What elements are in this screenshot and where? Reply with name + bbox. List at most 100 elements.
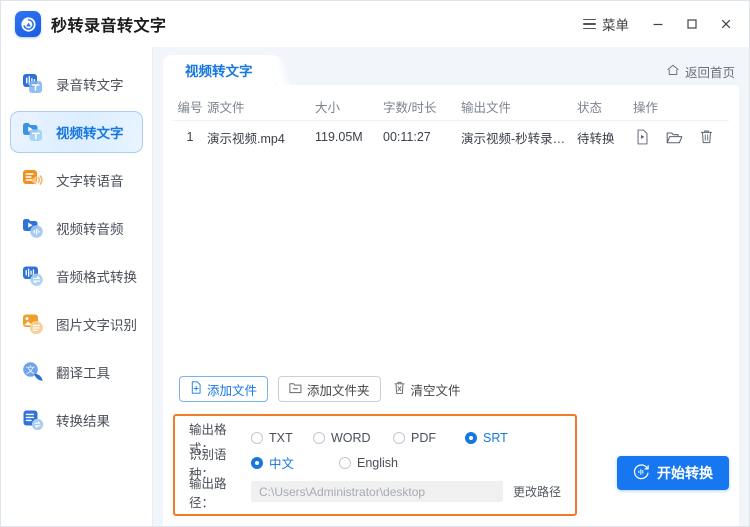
sidebar-item-audio-format-convert[interactable]: 音频格式转换 [10, 255, 143, 297]
format-option-label: SRT [483, 430, 508, 445]
tab-video-to-text[interactable]: 视频转文字 [163, 55, 275, 85]
cell-status: 待转换 [577, 131, 615, 146]
sidebar-item-video-to-text[interactable]: 视频转文字 [10, 111, 143, 153]
format-option-label: PDF [411, 430, 436, 445]
return-home-label: 返回首页 [684, 66, 735, 80]
start-conversion-button[interactable]: 开始转换 [617, 456, 729, 490]
tab-label: 视频转文字 [185, 64, 253, 79]
radio-dot [339, 456, 351, 469]
change-path-button[interactable]: 更改路径 [513, 483, 561, 500]
radio-dot [251, 456, 263, 469]
window-controls: 菜单 [573, 9, 741, 39]
video-to-text-icon [21, 120, 45, 144]
open-folder-icon[interactable] [665, 128, 683, 146]
content-panel: 编号 源文件 大小 字数/时长 输出文件 状态 操作 1 演示视频.mp4 11… [163, 85, 739, 526]
radio-dot [251, 431, 263, 444]
audio-format-icon [21, 264, 45, 288]
audio-to-text-icon [21, 72, 45, 96]
add-file-button[interactable]: 添加文件 [179, 376, 269, 402]
sidebar-item-label: 翻译工具 [56, 366, 110, 381]
language-row: 识别语种： 中文 English [189, 448, 561, 481]
maximize-button[interactable] [677, 9, 707, 39]
sidebar-item-label: 图片文字识别 [56, 318, 137, 333]
convert-icon [633, 463, 650, 483]
cell-size: 119.05M [315, 130, 363, 144]
output-path-row: 输出路径： C:\Users\Administrator\desktop 更改路… [189, 477, 561, 510]
radio-dot [465, 431, 477, 444]
app-logo-icon [15, 11, 41, 37]
column-header-status: 状态 [577, 101, 603, 115]
add-file-icon [190, 381, 202, 397]
main-content: 视频转文字 返回首页 编号 源文件 大小 字数/时长 输出文件 状态 操作 1 … [153, 47, 749, 526]
image-ocr-icon [21, 312, 45, 336]
column-header-no: 编号 [177, 101, 203, 115]
output-path-label: 输出路径： [189, 476, 227, 510]
add-file-label: 添加文件 [207, 383, 258, 398]
sidebar-item-label: 文字转语音 [56, 174, 124, 189]
radio-dot [313, 431, 325, 444]
close-button[interactable] [711, 9, 741, 39]
minimize-button[interactable] [643, 9, 673, 39]
format-option-srt[interactable]: SRT [465, 431, 508, 445]
sidebar-item-label: 视频转文字 [56, 126, 124, 141]
format-option-word[interactable]: WORD [313, 431, 393, 445]
translate-icon: 文 [21, 360, 45, 384]
tab-bar: 视频转文字 返回首页 [163, 55, 739, 85]
sidebar-item-results[interactable]: 转换结果 [10, 399, 143, 441]
format-option-pdf[interactable]: PDF [393, 431, 465, 445]
cell-output: 演示视频-秒转录音转文... [461, 131, 577, 146]
svg-text:文: 文 [26, 364, 35, 376]
delete-icon[interactable] [697, 128, 715, 146]
language-option-label: English [357, 455, 398, 470]
sidebar-item-label: 视频转音频 [56, 222, 124, 237]
video-to-audio-icon [21, 216, 45, 240]
column-header-size: 大小 [315, 101, 341, 115]
sidebar-item-video-to-audio[interactable]: 视频转音频 [10, 207, 143, 249]
radio-dot [393, 431, 405, 444]
sidebar: 录音转文字 视频转文字 文字转语音 视频转音频 音频格式转换 图片文字识别 文 … [1, 47, 153, 526]
format-option-txt[interactable]: TXT [251, 431, 313, 445]
format-option-label: WORD [331, 430, 371, 445]
clear-files-label: 清空文件 [410, 383, 461, 398]
add-folder-label: 添加文件夹 [307, 383, 370, 398]
menu-button[interactable]: 菜单 [573, 9, 639, 39]
start-conversion-label: 开始转换 [657, 465, 713, 481]
cell-duration: 00:11:27 [383, 130, 431, 144]
panel-spacer [163, 153, 739, 376]
app-title: 秒转录音转文字 [51, 18, 167, 35]
add-folder-icon [289, 382, 302, 397]
window-body: 录音转文字 视频转文字 文字转语音 视频转音频 音频格式转换 图片文字识别 文 … [1, 47, 749, 526]
hamburger-icon [583, 18, 596, 30]
preview-file-icon[interactable] [633, 128, 651, 146]
language-option-chinese[interactable]: 中文 [251, 453, 339, 472]
column-header-output: 输出文件 [461, 101, 512, 115]
return-home-button[interactable]: 返回首页 [666, 62, 739, 81]
add-folder-button[interactable]: 添加文件夹 [278, 376, 381, 402]
file-action-buttons: 添加文件 添加文件夹 清空文件 [163, 376, 739, 414]
sidebar-item-translate[interactable]: 文 翻译工具 [10, 351, 143, 393]
column-header-source: 源文件 [207, 101, 245, 115]
app-window: 秒转录音转文字 菜单 录音转文字 视频转文字 文字转语音 视频转音频 音频格式转… [0, 0, 750, 527]
sidebar-item-label: 录音转文字 [56, 78, 124, 93]
file-table: 编号 源文件 大小 字数/时长 输出文件 状态 操作 1 演示视频.mp4 11… [163, 85, 739, 153]
output-settings-panel: 输出格式： TXT WORD PDF SRT 识别语种： 中文 English … [173, 414, 577, 516]
results-icon [21, 408, 45, 432]
sidebar-item-label: 转换结果 [56, 414, 110, 429]
text-to-speech-icon [21, 168, 45, 192]
cell-no: 1 [186, 130, 194, 144]
table-header-row: 编号 源文件 大小 字数/时长 输出文件 状态 操作 [173, 93, 729, 121]
sidebar-item-text-to-speech[interactable]: 文字转语音 [10, 159, 143, 201]
format-option-label: TXT [269, 430, 293, 445]
start-button-area: 开始转换 [587, 414, 729, 492]
clear-files-icon [393, 381, 406, 398]
sidebar-item-audio-to-text[interactable]: 录音转文字 [10, 63, 143, 105]
clear-files-button[interactable]: 清空文件 [391, 376, 471, 402]
table-row[interactable]: 1 演示视频.mp4 119.05M 00:11:27 演示视频-秒转录音转文.… [173, 121, 729, 153]
title-bar: 秒转录音转文字 菜单 [1, 1, 749, 47]
column-header-duration: 字数/时长 [383, 101, 437, 115]
settings-area: 输出格式： TXT WORD PDF SRT 识别语种： 中文 English … [163, 414, 739, 526]
menu-button-label: 菜单 [602, 18, 629, 33]
language-option-english[interactable]: English [339, 456, 398, 470]
output-path-input[interactable]: C:\Users\Administrator\desktop [251, 481, 503, 502]
sidebar-item-image-ocr[interactable]: 图片文字识别 [10, 303, 143, 345]
